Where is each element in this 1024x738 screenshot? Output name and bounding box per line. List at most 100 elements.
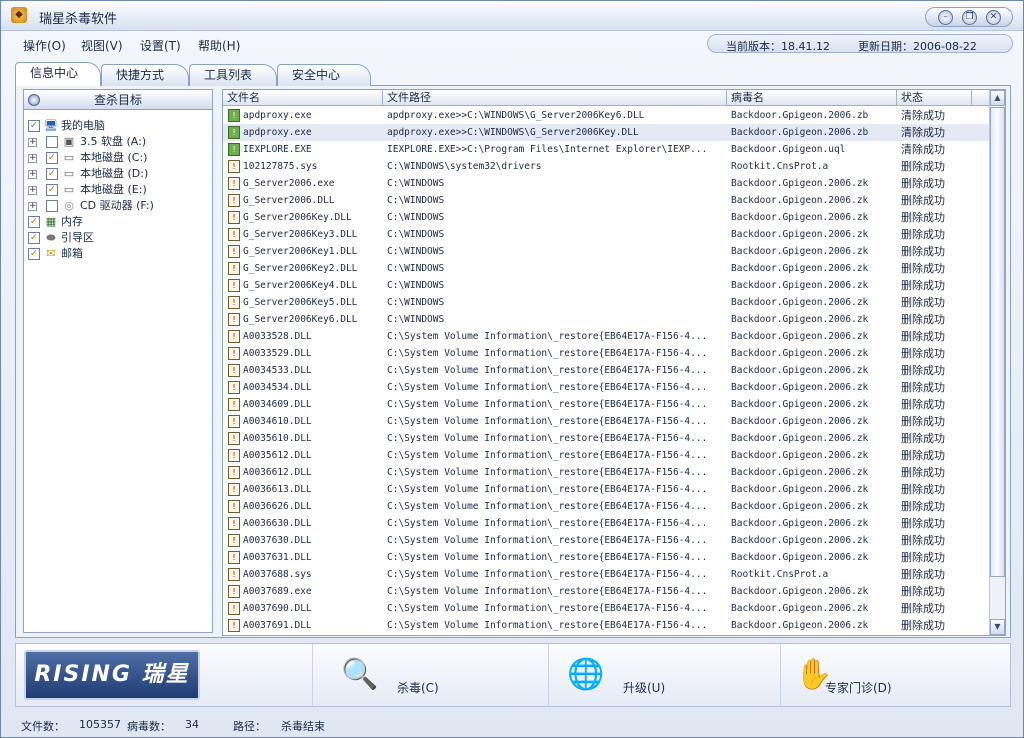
- table-row[interactable]: ! A0037630.DLL C:\System Volume Informatio…: [223, 532, 991, 549]
- table-row[interactable]: ! A0033528.DLL C:\System Volume Informatio…: [223, 328, 991, 345]
- infected-file-icon: !: [228, 364, 240, 377]
- table-row[interactable]: ! A0036630.DLL C:\System Volume Informatio…: [223, 515, 991, 532]
- expert-clinic-button[interactable]: ✋ 专家门诊(D): [780, 644, 1010, 706]
- table-row[interactable]: ! A0037691.DLL C:\System Volume Informatio…: [223, 617, 991, 634]
- expand-icon[interactable]: +: [28, 170, 37, 179]
- table-row[interactable]: ! A0033529.DLL C:\System Volume Informatio…: [223, 345, 991, 362]
- tree-item-disk-d[interactable]: + ✓ ▭ 本地磁盘 (D:): [28, 166, 208, 182]
- expand-icon[interactable]: +: [28, 186, 37, 195]
- table-row[interactable]: ! G_Server2006Key.DLL C:\WINDOWS Backdoor.G…: [223, 209, 991, 226]
- checkbox[interactable]: ✓: [46, 152, 58, 164]
- table-row[interactable]: ! A0037690.DLL C:\System Volume Informatio…: [223, 600, 991, 617]
- table-row[interactable]: ! apdproxy.exe apdproxy.exe>>C:\WINDOWS\G_…: [223, 107, 991, 124]
- expand-icon[interactable]: +: [28, 154, 37, 163]
- tab-shortcuts[interactable]: 快捷方式: [101, 64, 189, 86]
- menu-help[interactable]: 帮助(H): [198, 37, 240, 54]
- upgrade-label: 升级(U): [623, 681, 666, 695]
- menu-view[interactable]: 视图(V): [81, 37, 123, 54]
- cell-status: 删除成功: [901, 398, 945, 411]
- table-row[interactable]: ! IEXPLORE.EXE IEXPLORE.EXE>>C:\Program Fi…: [223, 141, 991, 158]
- table-row[interactable]: ! G_Server2006Key3.DLL C:\WINDOWS Backdoor.…: [223, 226, 991, 243]
- table-row[interactable]: ! A0034610.DLL C:\System Volume Informatio…: [223, 413, 991, 430]
- checkbox[interactable]: ✓: [46, 168, 58, 180]
- table-row[interactable]: ! apdproxy.exe apdproxy.exe>>C:\WINDOWS\G_…: [223, 124, 991, 141]
- harddisk-icon: ▭: [63, 151, 75, 164]
- menu-settings[interactable]: 设置(T): [140, 37, 181, 54]
- checkbox[interactable]: ✓: [28, 232, 40, 244]
- tree-item-my-computer[interactable]: ✓ 🖥 我的电脑: [28, 118, 208, 134]
- tree-item-label: 本地磁盘 (C:): [80, 151, 148, 164]
- cell-virus: Backdoor.Gpigeon.uql: [731, 144, 846, 155]
- checkbox[interactable]: [46, 136, 58, 148]
- checkbox[interactable]: ✓: [46, 184, 58, 196]
- scan-button[interactable]: 🔍 杀毒(C): [312, 644, 548, 706]
- table-row[interactable]: ! A0037689.exe C:\System Volume Informatio…: [223, 583, 991, 600]
- tab-security-center[interactable]: 安全中心: [277, 64, 371, 86]
- cell-path: C:\System Volume Information\_restore{EB…: [387, 518, 708, 529]
- cell-status: 删除成功: [901, 364, 945, 377]
- cell-status: 删除成功: [901, 347, 945, 360]
- scroll-up-icon[interactable]: ▲: [990, 90, 1005, 106]
- table-row[interactable]: ! G_Server2006Key2.DLL C:\WINDOWS Backdoor.…: [223, 260, 991, 277]
- path-value: 杀毒结束: [281, 720, 325, 733]
- tree-item-disk-e[interactable]: + ✓ ▭ 本地磁盘 (E:): [28, 182, 208, 198]
- cell-filename: apdproxy.exe: [243, 110, 312, 121]
- column-header-path[interactable]: 文件路径: [383, 90, 727, 106]
- table-row[interactable]: ! 102127875.sys C:\WINDOWS\system32\driver…: [223, 158, 991, 175]
- scroll-thumb[interactable]: [990, 107, 1005, 577]
- cell-filename: A0034533.DLL: [243, 365, 312, 376]
- scroll-down-icon[interactable]: ▼: [990, 619, 1005, 635]
- infected-file-icon: !: [228, 449, 240, 462]
- infected-file-icon: !: [228, 432, 240, 445]
- table-row[interactable]: ! A0034609.DLL C:\System Volume Informatio…: [223, 396, 991, 413]
- table-row[interactable]: ! G_Server2006Key1.DLL C:\WINDOWS Backdoor.…: [223, 243, 991, 260]
- tree-item-label: 本地磁盘 (E:): [80, 183, 147, 196]
- table-row[interactable]: ! A0035612.DLL C:\System Volume Informatio…: [223, 447, 991, 464]
- table-row[interactable]: ! G_Server2006Key5.DLL C:\WINDOWS Backdoor.…: [223, 294, 991, 311]
- cell-filename: A0037688.sys: [243, 569, 312, 580]
- tree-item-boot[interactable]: ✓ ⬬ 引导区: [28, 230, 208, 246]
- tree-item-disk-c[interactable]: + ✓ ▭ 本地磁盘 (C:): [28, 150, 208, 166]
- tab-tools[interactable]: 工具列表: [189, 64, 277, 86]
- table-row[interactable]: ! G_Server2006.DLL C:\WINDOWS Backdoor.Gpig…: [223, 192, 991, 209]
- table-row[interactable]: ! A0037631.DLL C:\System Volume Informatio…: [223, 549, 991, 566]
- restore-icon[interactable]: ❐: [962, 10, 977, 25]
- tree-item-cd[interactable]: + ◎ CD 驱动器 (F:): [28, 198, 208, 214]
- menu-operate[interactable]: 操作(O): [23, 37, 66, 54]
- table-row[interactable]: ! A0036626.DLL C:\System Volume Informatio…: [223, 498, 991, 515]
- tab-info-center[interactable]: 信息中心: [15, 62, 101, 87]
- checkbox[interactable]: ✓: [28, 248, 40, 260]
- tree-header[interactable]: 查杀目标: [24, 90, 212, 110]
- table-row[interactable]: ! A0036613.DLL C:\System Volume Informatio…: [223, 481, 991, 498]
- virus-count-label: 病毒数：: [127, 720, 171, 733]
- tree-item-memory[interactable]: ✓ ▦ 内存: [28, 214, 208, 230]
- expand-icon[interactable]: +: [28, 138, 37, 147]
- cell-path: IEXPLORE.EXE>>C:\Program Files\Internet …: [387, 144, 708, 155]
- column-header-virus[interactable]: 病毒名: [727, 90, 897, 106]
- infected-file-icon: !: [228, 347, 240, 360]
- expand-icon[interactable]: +: [28, 202, 37, 211]
- table-row[interactable]: ! A0036612.DLL C:\System Volume Informatio…: [223, 464, 991, 481]
- table-row[interactable]: ! A0035610.DLL C:\System Volume Informatio…: [223, 430, 991, 447]
- tree-item-mail[interactable]: ✓ ✉ 邮箱: [28, 246, 208, 262]
- upgrade-button[interactable]: 🌐 升级(U): [548, 644, 780, 706]
- vertical-scrollbar[interactable]: ▲ ▼: [989, 90, 1005, 635]
- minimize-icon[interactable]: –: [938, 10, 953, 25]
- cell-status: 删除成功: [901, 194, 945, 207]
- checkbox[interactable]: ✓: [28, 120, 40, 132]
- table-row[interactable]: ! G_Server2006Key6.DLL C:\WINDOWS Backdoor.…: [223, 311, 991, 328]
- table-row[interactable]: ! G_Server2006.exe C:\WINDOWS Backdoor.Gpig…: [223, 175, 991, 192]
- cell-filename: apdproxy.exe: [243, 127, 312, 138]
- table-row[interactable]: ! A0034534.DLL C:\System Volume Informatio…: [223, 379, 991, 396]
- title-bar[interactable]: ◆ 瑞星杀毒软件 – ❐ ✕: [1, 1, 1023, 31]
- column-header-filename[interactable]: 文件名: [223, 90, 383, 106]
- table-row[interactable]: ! G_Server2006Key4.DLL C:\WINDOWS Backdoor.…: [223, 277, 991, 294]
- checkbox[interactable]: [46, 200, 58, 212]
- table-row[interactable]: ! A0037688.sys C:\System Volume Informatio…: [223, 566, 991, 583]
- tree-item-floppy[interactable]: + ▣ 3.5 软盘 (A:): [28, 134, 208, 150]
- column-header-status[interactable]: 状态: [897, 90, 972, 106]
- cell-path: C:\System Volume Information\_restore{EB…: [387, 382, 708, 393]
- table-row[interactable]: ! A0034533.DLL C:\System Volume Informatio…: [223, 362, 991, 379]
- checkbox[interactable]: ✓: [28, 216, 40, 228]
- close-icon[interactable]: ✕: [986, 10, 1001, 25]
